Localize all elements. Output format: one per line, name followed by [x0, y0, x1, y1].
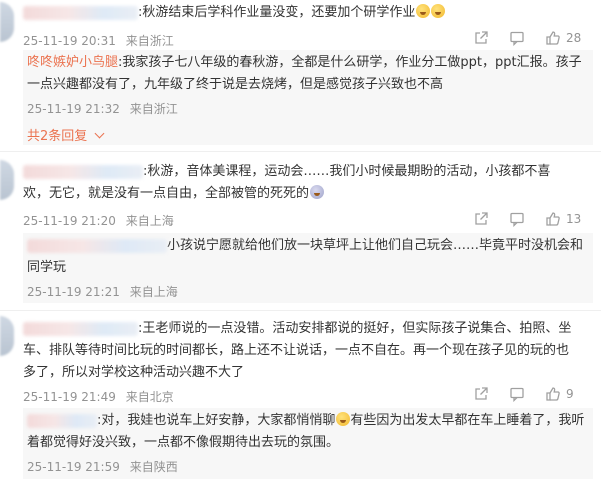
comment-date: 25-11-19 20:31	[23, 34, 116, 48]
grin-emoji	[336, 412, 351, 426]
like-button[interactable]: 9	[545, 386, 574, 402]
reply-location: 来自浙江	[129, 102, 178, 116]
like-count: 9	[566, 387, 574, 401]
reply-box: :对，我娃也说车上好安静，大家都悄悄聊 有些因为出发太早都在车上睡着了，我听着都觉…	[23, 408, 593, 479]
username-blurred[interactable]	[27, 238, 167, 253]
divider	[0, 151, 601, 152]
reply-username[interactable]: 咚咚嫉妒小鸟腿	[27, 55, 118, 70]
avatar[interactable]	[0, 2, 14, 42]
share-icon[interactable]	[473, 30, 489, 46]
comment-location: 来自北京	[125, 390, 174, 404]
thumbs-up-icon	[545, 30, 561, 46]
reply-item: :对，我娃也说车上好安静，大家都悄悄聊 有些因为出发太早都在车上睡着了，我听着都觉…	[27, 410, 587, 454]
chevron-down-icon	[94, 128, 105, 139]
comment-icon[interactable]	[509, 211, 525, 227]
divider	[0, 310, 601, 311]
comment-location: 来自上海	[125, 214, 174, 228]
comment-item: :秋游，音体美课程，运动会……我们小时候最期盼的活动，小孩都不喜欢，无它，就是没…	[23, 161, 573, 205]
like-button[interactable]: 13	[545, 211, 581, 227]
reply-meta: 25-11-19 21:32 来自浙江	[27, 100, 178, 117]
username-blurred[interactable]	[23, 321, 138, 336]
avatar[interactable]	[0, 316, 14, 356]
comment-location: 来自浙江	[125, 34, 174, 48]
comment-icon[interactable]	[509, 386, 525, 402]
like-button[interactable]: 28	[545, 30, 581, 46]
more-replies-link[interactable]: 共2条回复	[27, 125, 105, 144]
dizzy-emoji	[310, 185, 325, 199]
reply-location: 来自上海	[129, 285, 178, 299]
comment-meta: 25-11-19 20:31 来自浙江	[23, 32, 174, 49]
comment-date: 25-11-19 21:49	[23, 390, 116, 404]
thumbs-up-icon	[545, 386, 561, 402]
comment-date: 25-11-19 21:20	[23, 214, 116, 228]
reply-item: 小孩说宁愿就给他们放一块草坪上让他们自己玩会……毕竟平时没机会和同学玩	[27, 235, 587, 279]
like-count: 13	[566, 212, 582, 226]
sob-emoji	[431, 4, 446, 18]
comment-meta: 25-11-19 21:20 来自上海	[23, 212, 174, 229]
comment-item: :王老师说的一点没错。活动安排都说的挺好，但实际孩子说集合、拍照、坐车、排队等待…	[23, 318, 575, 384]
like-count: 28	[566, 31, 582, 45]
reply-item: 咚咚嫉妒小鸟腿:我家孩子七八年级的春秋游，全都是什么研学，作业分工做ppt，pp…	[27, 52, 587, 96]
reply-date: 25-11-19 21:59	[27, 460, 120, 474]
comment-icon[interactable]	[509, 30, 525, 46]
reply-date: 25-11-19 21:21	[27, 285, 120, 299]
reply-meta: 25-11-19 21:21 来自上海	[27, 283, 178, 300]
avatar[interactable]	[0, 160, 14, 200]
share-icon[interactable]	[473, 386, 489, 402]
comment-meta: 25-11-19 21:49 来自北京	[23, 388, 174, 405]
thumbs-up-icon	[545, 211, 561, 227]
reply-box: 小孩说宁愿就给他们放一块草坪上让他们自己玩会……毕竟平时没机会和同学玩 25-1…	[23, 233, 593, 303]
username-blurred[interactable]	[23, 164, 143, 179]
comment-text: :秋游结束后学科作业量没变，还要加个研学作业	[138, 5, 416, 20]
reply-box: 咚咚嫉妒小鸟腿:我家孩子七八年级的春秋游，全都是什么研学，作业分工做ppt，pp…	[23, 50, 593, 145]
username-blurred[interactable]	[23, 5, 138, 20]
username-blurred[interactable]	[27, 413, 97, 428]
comment-item: :秋游结束后学科作业量没变，还要加个研学作业	[23, 2, 593, 24]
reply-date: 25-11-19 21:32	[27, 102, 120, 116]
comment-actions: 28	[473, 30, 581, 46]
comment-actions: 9	[473, 386, 574, 402]
reply-meta: 25-11-19 21:59 来自陕西	[27, 458, 178, 475]
sob-emoji	[416, 4, 431, 18]
reply-location: 来自陕西	[129, 460, 178, 474]
comment-actions: 13	[473, 211, 581, 227]
share-icon[interactable]	[473, 211, 489, 227]
reply-text: :对，我娃也说车上好安静，大家都悄悄聊	[97, 413, 336, 428]
